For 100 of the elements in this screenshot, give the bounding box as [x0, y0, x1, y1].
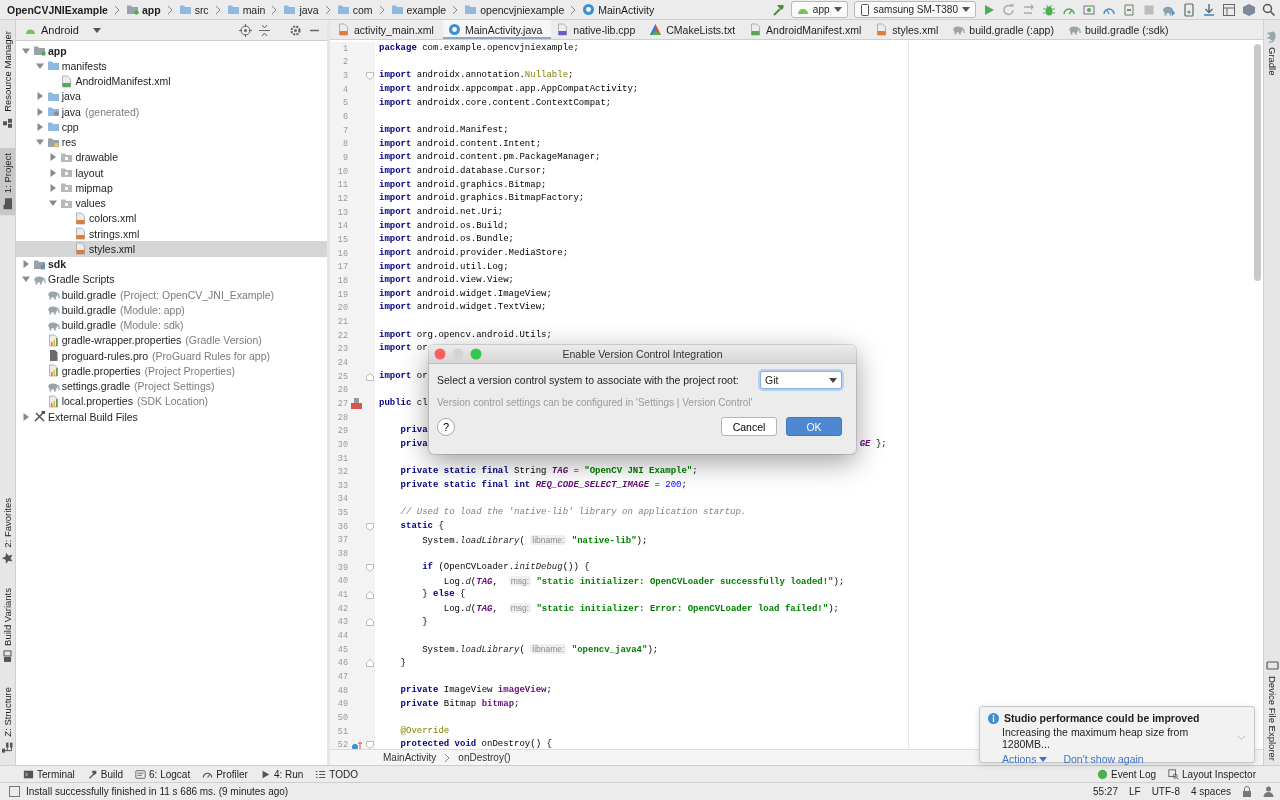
attach-icon[interactable]: [1082, 2, 1096, 17]
apply-changes-icon[interactable]: [1022, 2, 1036, 17]
inspector-person-icon[interactable]: [1263, 786, 1274, 797]
dialog-button[interactable]: OK: [786, 417, 842, 436]
tree-item[interactable]: colors.xml: [16, 210, 327, 226]
file-icon: [46, 364, 60, 378]
tree-item[interactable]: res: [16, 134, 327, 150]
collapse-all-icon[interactable]: [258, 23, 271, 37]
tree-item[interactable]: gradle.properties (Project Properties): [16, 363, 327, 379]
tree-item[interactable]: values: [16, 195, 327, 211]
lock-icon[interactable]: [1242, 786, 1252, 797]
tree-item[interactable]: local.properties (SDK Location): [16, 393, 327, 409]
tree-item[interactable]: java (generated): [16, 104, 327, 120]
editor-tab[interactable]: native-lib.cpp: [551, 20, 645, 39]
tool-window-tab[interactable]: Event Log: [1097, 768, 1157, 780]
tree-item[interactable]: drawable: [16, 149, 327, 165]
code-line: import androidx.annotation.Nullable;: [379, 69, 574, 83]
tree-item[interactable]: Gradle Scripts: [16, 271, 327, 287]
breadcrumb-item[interactable]: src: [177, 3, 210, 16]
tool-window-tab[interactable]: TODO: [315, 768, 359, 780]
run-icon[interactable]: [982, 2, 996, 17]
package-icon[interactable]: [1242, 2, 1256, 17]
breadcrumb-item[interactable]: onDestroy(): [458, 752, 511, 763]
tree-item[interactable]: gradle-wrapper.properties (Gradle Version): [16, 332, 327, 348]
vcs-dropdown[interactable]: Git: [760, 371, 842, 389]
help-button[interactable]: ?: [437, 417, 455, 436]
search-icon[interactable]: [1262, 2, 1276, 17]
tool-window-tab[interactable]: 1: Project: [0, 147, 15, 215]
breadcrumb-item[interactable]: MainActivity: [581, 3, 656, 16]
tool-window-tab[interactable]: Device File Explorer: [1264, 655, 1280, 765]
actions-menu-link[interactable]: Actions: [1002, 753, 1048, 765]
run-config-dropdown[interactable]: app: [790, 1, 848, 18]
tool-window-tab[interactable]: Build Variants: [0, 583, 15, 669]
tool-window-tab[interactable]: Layout Inspector: [1168, 768, 1256, 780]
editor-tab[interactable]: styles.xml: [870, 20, 948, 39]
view-dropdown[interactable]: Android: [24, 23, 101, 37]
status-item[interactable]: 55:27: [1092, 786, 1118, 797]
code-line: protected void onDestroy() {: [399, 738, 552, 749]
tree-item[interactable]: proguard-rules.pro (ProGuard Rules for app): [16, 348, 327, 364]
restart-icon[interactable]: [1002, 2, 1016, 17]
editor-tab[interactable]: build.gradle (:sdk): [1062, 20, 1178, 39]
line-number: 25: [336, 371, 348, 382]
tool-window-tab[interactable]: Gradle: [1264, 26, 1280, 80]
line-number: 4: [341, 84, 348, 95]
tool-window-tab[interactable]: 4: Run: [259, 768, 304, 780]
editor-tab[interactable]: MainActivity.java: [442, 20, 552, 39]
breadcrumb-item[interactable]: opencvjniexample: [463, 3, 566, 16]
tree-item[interactable]: styles.xml: [16, 241, 327, 257]
status-item[interactable]: LF: [1128, 786, 1141, 797]
tree-item[interactable]: build.gradle (Module: sdk): [16, 317, 327, 333]
scrollbar-thumb[interactable]: [1254, 44, 1261, 281]
chevron-icon: [166, 4, 173, 15]
device-dropdown[interactable]: samsung SM-T380: [853, 1, 976, 18]
breadcrumb-item[interactable]: java: [282, 3, 320, 16]
breadcrumb-item[interactable]: OpenCVJNIExample: [6, 3, 109, 16]
close-button[interactable]: [434, 348, 446, 360]
tool-window-tab[interactable]: Z: Structure: [0, 682, 15, 759]
tool-window-tab[interactable]: 2: Favorites: [0, 492, 15, 570]
tree-item[interactable]: settings.gradle (Project Settings): [16, 378, 327, 394]
line-number: 6: [341, 112, 348, 123]
tree-item[interactable]: sdk: [16, 256, 327, 272]
tool-window-tab[interactable]: Build: [86, 768, 124, 780]
editor-tab[interactable]: build.gradle (:app): [947, 20, 1063, 39]
tree-item[interactable]: layout: [16, 165, 327, 181]
editor-tab[interactable]: CMakeLists.txt: [644, 20, 745, 39]
download-icon[interactable]: [1202, 2, 1216, 17]
zoom-button[interactable]: [470, 348, 482, 360]
tree-item[interactable]: mipmap: [16, 180, 327, 196]
line-number: 13: [336, 207, 348, 218]
editor-tab[interactable]: activity_main.xml: [332, 20, 443, 39]
tree-item[interactable]: build.gradle (Module: app): [16, 302, 327, 318]
dialog-button[interactable]: Cancel: [721, 417, 777, 436]
tree-item[interactable]: strings.xml: [16, 226, 327, 242]
tree-item[interactable]: build.gradle (Project: OpenCV_JNI_Example): [16, 287, 327, 303]
tree-item[interactable]: cpp: [16, 119, 327, 135]
link[interactable]: Don't show again: [1063, 753, 1144, 765]
locate-icon[interactable]: [239, 23, 252, 37]
status-item[interactable]: UTF-8: [1151, 786, 1180, 797]
status-item[interactable]: 4 spaces: [1190, 786, 1231, 797]
device-manager-icon[interactable]: [1182, 2, 1196, 17]
attach-debugger-icon[interactable]: [1122, 2, 1136, 17]
tree-item[interactable]: manifests: [16, 58, 327, 74]
tool-window-tab[interactable]: 6: Logcat: [135, 768, 191, 780]
tool-window-tab[interactable]: Profiler: [202, 768, 248, 780]
tool-window-tab[interactable]: Terminal: [23, 768, 75, 780]
tree-item[interactable]: app: [16, 43, 327, 59]
code-line: }: [399, 656, 406, 670]
breadcrumb-item[interactable]: MainActivity: [383, 752, 437, 763]
breadcrumb-item[interactable]: example: [389, 3, 448, 16]
breadcrumb-item[interactable]: app: [124, 3, 162, 16]
editor-tab[interactable]: AndroidManifest.xml: [744, 20, 871, 39]
tree-item[interactable]: java: [16, 88, 327, 104]
layout-icon[interactable]: [1222, 2, 1236, 17]
tool-window-tab[interactable]: Resource Manager: [0, 26, 15, 134]
settings-icon[interactable]: [289, 23, 302, 37]
debug-icon[interactable]: [1042, 2, 1056, 17]
tree-item[interactable]: AndroidManifest.xml: [16, 73, 327, 89]
tree-item[interactable]: External Build Files: [16, 409, 327, 425]
breadcrumb-item[interactable]: main: [225, 3, 267, 16]
breadcrumb-item[interactable]: com: [335, 3, 374, 16]
